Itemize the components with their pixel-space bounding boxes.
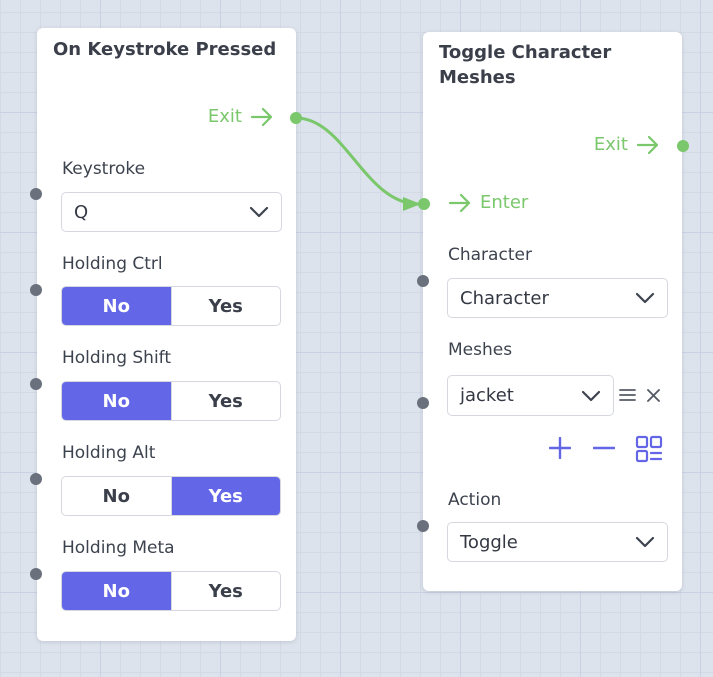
holding-ctrl-toggle[interactable]: No Yes (61, 286, 281, 326)
holding-shift-input-port[interactable] (30, 378, 42, 390)
meshes-input-port[interactable] (417, 397, 429, 409)
exit-label: Exit (207, 106, 242, 127)
character-value: Character (460, 287, 549, 309)
action-label: Action (448, 490, 502, 510)
exit-flow-output: Exit (208, 106, 274, 127)
holding-meta-no-option[interactable]: No (62, 572, 171, 610)
arrow-right-icon (636, 135, 659, 154)
exit-output-port[interactable] (677, 140, 689, 152)
close-icon[interactable] (646, 388, 661, 403)
grid-icon[interactable] (635, 435, 663, 463)
holding-meta-input-port[interactable] (30, 568, 42, 580)
character-input-port[interactable] (417, 275, 429, 287)
holding-alt-yes-option[interactable]: Yes (170, 477, 280, 515)
action-select[interactable]: Toggle (447, 522, 668, 562)
enter-flow-input: Enter (448, 192, 528, 213)
meshes-label: Meshes (448, 340, 513, 360)
holding-shift-label: Holding Shift (62, 348, 172, 368)
holding-meta-label: Holding Meta (62, 538, 175, 558)
chevron-down-icon (635, 292, 655, 304)
keystroke-input-port[interactable] (30, 188, 42, 200)
exit-label: Exit (593, 134, 628, 155)
holding-alt-input-port[interactable] (30, 473, 42, 485)
plus-icon[interactable] (549, 437, 571, 459)
meshes-item-select[interactable]: jacket (447, 375, 614, 416)
minus-icon[interactable] (593, 437, 615, 459)
keystroke-value: Q (74, 201, 89, 223)
keystroke-select[interactable]: Q (61, 192, 282, 232)
action-input-port[interactable] (417, 520, 429, 532)
holding-shift-yes-option[interactable]: Yes (170, 382, 281, 420)
exit-flow-output: Exit (594, 134, 660, 155)
node-title: Toggle Character Meshes (439, 40, 611, 90)
chevron-down-icon (249, 206, 269, 218)
enter-input-port[interactable] (418, 198, 430, 210)
holding-alt-label: Holding Alt (62, 443, 156, 463)
node-title-line1: Toggle Character (439, 42, 612, 63)
holding-shift-toggle[interactable]: No Yes (61, 381, 281, 421)
node-title: On Keystroke Pressed (53, 39, 277, 60)
character-select[interactable]: Character (447, 278, 668, 318)
node-on-keystroke-pressed[interactable]: On Keystroke Pressed Exit Keystroke Q Ho… (37, 28, 296, 641)
drag-handle-icon[interactable] (619, 388, 636, 402)
chevron-down-icon (635, 536, 655, 548)
action-value: Toggle (460, 531, 518, 553)
chevron-down-icon (581, 390, 601, 401)
node-toggle-character-meshes[interactable]: Toggle Character Meshes Exit Enter Chara… (423, 32, 682, 591)
holding-shift-no-option[interactable]: No (62, 382, 171, 420)
arrow-right-icon (250, 107, 273, 126)
arrow-right-icon (448, 193, 471, 212)
holding-ctrl-label: Holding Ctrl (62, 254, 163, 274)
holding-ctrl-yes-option[interactable]: Yes (170, 287, 281, 325)
holding-ctrl-no-option[interactable]: No (62, 287, 171, 325)
node-title-line2: Meshes (439, 67, 516, 88)
holding-alt-toggle[interactable]: No Yes (61, 476, 281, 516)
holding-alt-no-option[interactable]: No (62, 477, 171, 515)
enter-label: Enter (480, 192, 529, 213)
holding-ctrl-input-port[interactable] (30, 284, 42, 296)
keystroke-label: Keystroke (62, 159, 146, 179)
holding-meta-toggle[interactable]: No Yes (61, 571, 281, 611)
character-label: Character (448, 245, 532, 265)
exit-output-port[interactable] (290, 112, 302, 124)
meshes-item-value: jacket (460, 385, 514, 406)
holding-meta-yes-option[interactable]: Yes (170, 572, 281, 610)
